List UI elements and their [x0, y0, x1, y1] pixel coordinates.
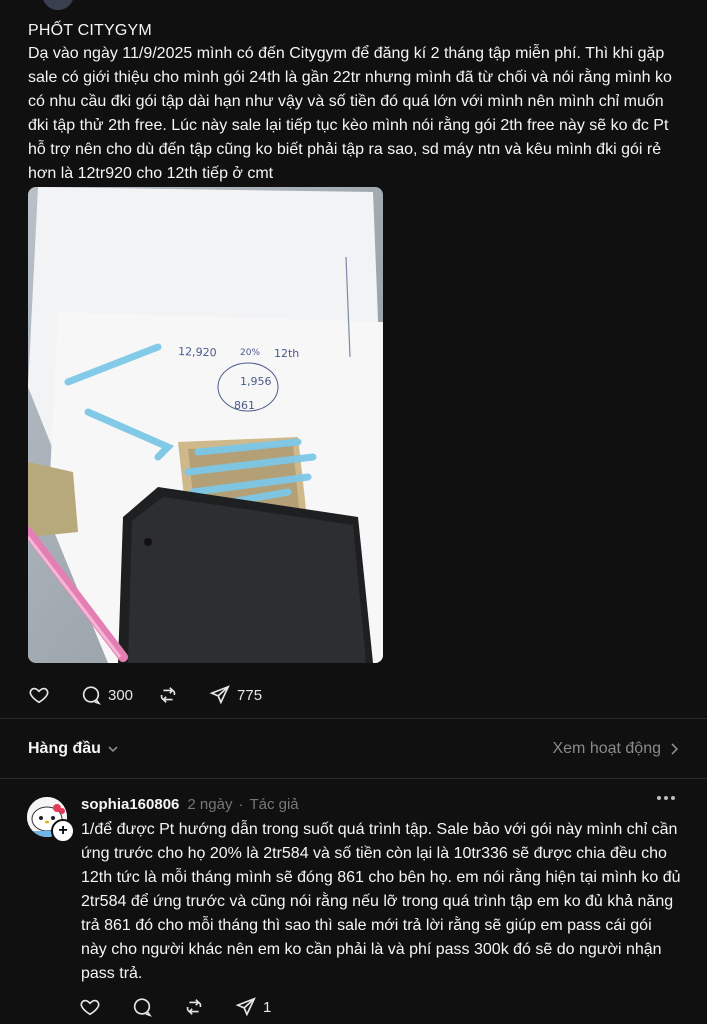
comment-repost-button[interactable] — [183, 996, 211, 1018]
handwriting-percent: 20% — [240, 348, 260, 358]
previous-post-avatar[interactable] — [40, 0, 76, 12]
comment-reply-button[interactable] — [131, 996, 159, 1018]
repost-icon — [186, 999, 202, 1015]
comment-count: 300 — [108, 686, 134, 704]
share-icon — [235, 997, 256, 1017]
sort-dropdown[interactable]: Hàng đầu — [28, 740, 119, 758]
post-title: PHỐT CITYGYM — [28, 22, 152, 39]
chevron-right-icon — [669, 742, 679, 756]
divider — [0, 718, 707, 719]
view-activity-label: Xem hoạt động — [552, 740, 661, 757]
share-count: 775 — [237, 686, 263, 704]
comment-button[interactable]: 300 — [80, 684, 133, 706]
comment-share-button[interactable]: 1 — [235, 996, 271, 1018]
comment-text: 1/để được Pt hướng dẫn trong suốt quá tr… — [81, 821, 681, 982]
handwriting-price: 12,920 — [178, 345, 217, 359]
comment-like-button[interactable] — [79, 996, 107, 1018]
comment-header: sophia160806 2 ngày · Tác giả — [81, 794, 299, 814]
heart-icon — [29, 687, 49, 704]
separator-dot: · — [238, 795, 244, 813]
handwriting-monthly: 861 — [234, 399, 255, 412]
comment-share-count: 1 — [263, 998, 272, 1016]
comment-time: 2 ngày — [187, 795, 233, 813]
repost-button[interactable] — [157, 684, 185, 706]
more-icon[interactable] — [657, 796, 675, 800]
repost-icon — [160, 687, 176, 703]
like-button[interactable] — [28, 684, 56, 706]
sort-label: Hàng đầu — [28, 740, 101, 757]
post-actions: 300 775 — [28, 684, 286, 706]
divider — [0, 778, 707, 779]
post-photo[interactable]: 12,920 1,956 861 12th 20% — [28, 187, 383, 663]
share-button[interactable]: 775 — [209, 684, 262, 706]
handwriting-downpayment: 1,956 — [240, 375, 272, 388]
comments-sort-bar: Hàng đầu Xem hoạt động — [28, 737, 679, 761]
post-text: Dạ vào ngày 11/9/2025 mình có đến Citygy… — [28, 45, 672, 182]
view-activity-link[interactable]: Xem hoạt động — [552, 740, 679, 758]
comment-actions: 1 — [79, 996, 295, 1018]
handwriting-term: 12th — [274, 347, 299, 360]
comment-username[interactable]: sophia160806 — [81, 796, 179, 813]
follow-plus-icon[interactable]: + — [51, 819, 75, 843]
comment-icon — [82, 686, 101, 705]
share-icon — [209, 685, 230, 705]
chevron-down-icon — [107, 743, 119, 755]
comment-icon — [133, 998, 152, 1017]
author-badge: Tác giả — [249, 795, 299, 813]
heart-icon — [80, 999, 100, 1016]
